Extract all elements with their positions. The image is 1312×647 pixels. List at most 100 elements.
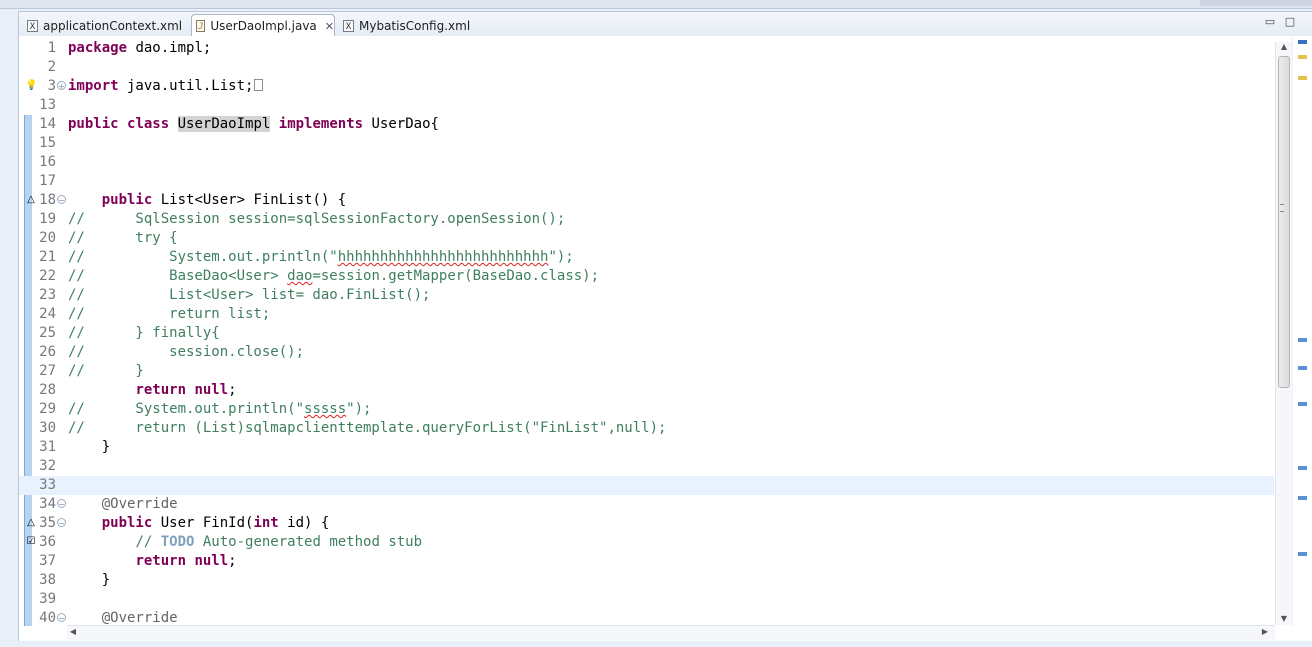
overview-marker[interactable] <box>1298 496 1307 500</box>
code-line-29[interactable]: 29 // System.out.println("sssss"); <box>19 400 1274 419</box>
grip-icon <box>1280 204 1284 212</box>
overview-marker[interactable] <box>1298 76 1307 80</box>
scroll-down-icon[interactable]: ▼ <box>1278 614 1290 623</box>
overview-marker[interactable] <box>1298 466 1307 470</box>
task-checkbox-icon[interactable]: ☑ <box>25 536 37 548</box>
code-line-23[interactable]: 23 // List<User> list= dao.FinList(); <box>19 286 1274 305</box>
code-text[interactable]: public List<User> FinList() { <box>68 191 346 210</box>
line-number: 19 <box>39 211 56 227</box>
code-text[interactable]: // session.close(); <box>68 343 304 362</box>
tab-label: UserDaoImpl.java <box>210 19 317 33</box>
code-line-26[interactable]: 26 // session.close(); <box>19 343 1274 362</box>
code-text[interactable]: // try { <box>68 229 178 248</box>
code-text[interactable]: return null; <box>68 381 236 400</box>
override-triangle-icon[interactable]: △ <box>25 194 37 206</box>
collapse-fold-icon[interactable]: − <box>57 613 66 623</box>
line-number: 38 <box>39 572 56 588</box>
tab-applicationcontext-xml[interactable]: X applicationContext.xml <box>23 14 191 37</box>
expand-fold-icon[interactable]: + <box>57 81 66 91</box>
code-line-18[interactable]: 18− △ public List<User> FinList() { <box>19 191 1274 210</box>
code-line-14[interactable]: 14 public class UserDaoImpl implements Us… <box>19 115 1274 134</box>
code-line-27[interactable]: 27 // } <box>19 362 1274 381</box>
override-triangle-icon[interactable]: △ <box>25 517 37 529</box>
code-line-17[interactable]: 17 <box>19 172 1274 191</box>
line-number: 34 <box>39 496 56 512</box>
line-number: 2 <box>47 59 56 75</box>
code-line-16[interactable]: 16 <box>19 153 1274 172</box>
code-text[interactable]: // BaseDao<User> dao=session.getMapper(B… <box>68 267 599 286</box>
code-line-1[interactable]: 1 package dao.impl; <box>19 39 1274 58</box>
maximize-icon[interactable]: □ <box>1283 15 1297 29</box>
code-line-21[interactable]: 21 // System.out.println("hhhhhhhhhhhhhhh… <box>19 248 1274 267</box>
tab-userdaoimpl-java[interactable]: J UserDaoImpl.java ✕ <box>191 14 335 37</box>
code-line-22[interactable]: 22 // BaseDao<User> dao=session.getMapper… <box>19 267 1274 286</box>
close-icon[interactable]: ✕ <box>325 20 334 33</box>
code-text[interactable]: // List<User> list= dao.FinList(); <box>68 286 430 305</box>
code-line-31[interactable]: 31 } <box>19 438 1274 457</box>
folded-region-icon[interactable] <box>254 79 264 91</box>
collapse-fold-icon[interactable]: − <box>57 518 66 528</box>
scroll-left-icon[interactable]: ◀ <box>67 627 79 636</box>
code-line-3[interactable]: 3 + 💡 import java.util.List; <box>19 77 1274 96</box>
scrollbar-thumb[interactable] <box>1278 56 1290 388</box>
tab-mybatisconfig-xml[interactable]: X MybatisConfig.xml <box>339 14 489 37</box>
code-text[interactable]: public class UserDaoImpl implements User… <box>68 115 439 134</box>
code-text[interactable]: public User FinId(int id) { <box>68 514 330 533</box>
code-line-30[interactable]: 30 // return (List)sqlmapclienttemplate.q… <box>19 419 1274 438</box>
code-line-34[interactable]: 34− @Override <box>19 495 1274 514</box>
code-text[interactable]: // } <box>68 362 144 381</box>
ide-window: X applicationContext.xml J UserDaoImpl.j… <box>0 0 1312 647</box>
code-line-39[interactable]: 39 <box>19 590 1274 609</box>
minimize-icon[interactable]: ▭ <box>1263 15 1277 29</box>
code-line-20[interactable]: 20 // try { <box>19 229 1274 248</box>
line-number: 24 <box>39 306 56 322</box>
code-text[interactable]: package dao.impl; <box>68 39 211 58</box>
vertical-scrollbar[interactable]: ▲ ▼ <box>1275 42 1292 625</box>
code-text[interactable]: // SqlSession session=sqlSessionFactory.… <box>68 210 565 229</box>
scroll-up-icon[interactable]: ▲ <box>1278 42 1290 51</box>
overview-ruler[interactable] <box>1292 36 1312 626</box>
code-editor[interactable]: 1 package dao.impl; 2 3 + 💡 import java.util.L… <box>18 36 1312 641</box>
overview-marker[interactable] <box>1298 402 1307 406</box>
code-line-33[interactable]: 33 <box>19 476 1274 495</box>
code-line-36[interactable]: 36 ☑ // TODO Auto-generated method stub <box>19 533 1274 552</box>
code-line-28[interactable]: 28 return null; <box>19 381 1274 400</box>
code-line-15[interactable]: 15 <box>19 134 1274 153</box>
line-number: 25 <box>39 325 56 341</box>
warning-lightbulb-icon[interactable]: 💡 <box>25 80 37 92</box>
code-text[interactable]: // System.out.println("sssss"); <box>68 400 371 419</box>
code-text[interactable]: @Override <box>68 495 178 514</box>
horizontal-scrollbar[interactable]: ◀ ▶ <box>67 625 1275 640</box>
line-number: 33 <box>39 477 56 493</box>
line-number: 23 <box>39 287 56 303</box>
code-text[interactable]: // } finally{ <box>68 324 220 343</box>
collapse-fold-icon[interactable]: − <box>57 499 66 509</box>
overview-marker[interactable] <box>1298 338 1307 342</box>
scroll-right-icon[interactable]: ▶ <box>1259 627 1271 636</box>
code-text[interactable]: } <box>68 571 110 590</box>
code-text[interactable]: return null; <box>68 552 236 571</box>
code-line-2[interactable]: 2 <box>19 58 1274 77</box>
overview-marker[interactable] <box>1298 55 1307 59</box>
overview-marker[interactable] <box>1298 552 1307 556</box>
code-text[interactable]: import java.util.List; <box>68 77 264 96</box>
code-line-25[interactable]: 25 // } finally{ <box>19 324 1274 343</box>
code-line-13[interactable]: 13 <box>19 96 1274 115</box>
code-text[interactable]: // return (List)sqlmapclienttemplate.que… <box>68 419 666 438</box>
code-text[interactable]: } <box>68 438 110 457</box>
code-text[interactable]: // System.out.println("hhhhhhhhhhhhhhhhh… <box>68 248 574 267</box>
overview-marker[interactable] <box>1298 366 1307 370</box>
code-text[interactable]: // TODO Auto-generated method stub <box>68 533 422 552</box>
xml-file-icon: X <box>27 19 38 32</box>
overview-marker[interactable] <box>1298 40 1307 44</box>
code-line-37[interactable]: 37 return null; <box>19 552 1274 571</box>
code-text[interactable]: // return list; <box>68 305 270 324</box>
code-line-19[interactable]: 19 // SqlSession session=sqlSessionFactor… <box>19 210 1274 229</box>
collapse-fold-icon[interactable]: − <box>57 195 66 205</box>
code-line-32[interactable]: 32 <box>19 457 1274 476</box>
code-line-38[interactable]: 38 } <box>19 571 1274 590</box>
code-line-24[interactable]: 24 // return list; <box>19 305 1274 324</box>
xml-file-icon: X <box>343 19 354 32</box>
line-number: 40 <box>39 610 56 626</box>
code-line-35[interactable]: 35− △ public User FinId(int id) { <box>19 514 1274 533</box>
